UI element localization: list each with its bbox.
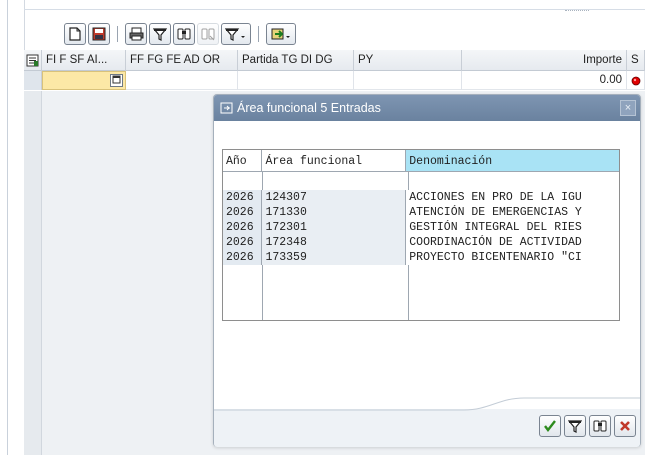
ff-cell[interactable] xyxy=(126,71,238,90)
column-header-anio[interactable]: Año xyxy=(223,150,263,172)
column-header-importe[interactable]: Importe xyxy=(462,50,627,71)
status-cell xyxy=(627,71,645,90)
year-value: 2026 xyxy=(223,220,263,235)
list-item[interactable]: 2026 173359 PROYECTO BICENTENARIO "CI xyxy=(223,250,620,265)
list-item[interactable]: 2026 172301 GESTIÓN INTEGRAL DEL RIES xyxy=(223,220,620,235)
new-document-icon xyxy=(69,27,81,41)
column-header-s[interactable]: S xyxy=(627,50,645,71)
restrict-filter-button[interactable] xyxy=(564,415,586,437)
area-value: 172348 xyxy=(262,235,407,250)
search-button[interactable] xyxy=(589,415,611,437)
splitter-grip[interactable] xyxy=(565,10,589,13)
confirm-button[interactable] xyxy=(539,415,561,437)
cancel-icon xyxy=(620,421,630,431)
toolbar-separator xyxy=(117,26,118,42)
column-header-ff-fg-fe[interactable]: FF FG FE AD OR xyxy=(126,50,238,71)
year-value: 2026 xyxy=(223,190,263,205)
export-button[interactable] xyxy=(266,23,296,45)
print-icon xyxy=(129,27,143,41)
value-help-icon xyxy=(112,75,121,84)
hit-list-rows: 2026 124307 ACCIONES EN PRO DE LA IGU 20… xyxy=(223,190,620,265)
row-selector-column xyxy=(24,91,42,455)
filter-icon xyxy=(153,28,167,41)
list-item[interactable]: 2026 172348 COORDINACIÓN DE ACTIVIDAD xyxy=(223,235,620,250)
column-header-partida[interactable]: Partida TG DI DG xyxy=(238,50,354,71)
description-value: ATENCIÓN DE EMERGENCIAS Y xyxy=(406,205,620,220)
find-next-icon xyxy=(201,28,215,41)
description-value: PROYECTO BICENTENARIO "CI xyxy=(406,250,620,265)
description-value: GESTIÓN INTEGRAL DEL RIES xyxy=(406,220,620,235)
find-icon xyxy=(593,420,607,432)
column-header-area-funcional[interactable]: Área funcional xyxy=(262,150,407,172)
year-value: 2026 xyxy=(223,250,263,265)
alv-toolbar xyxy=(64,22,296,46)
find-button[interactable] xyxy=(173,23,195,45)
fi-input-cell[interactable] xyxy=(42,71,126,90)
filter-dropdown-icon xyxy=(225,28,245,41)
new-document-button[interactable] xyxy=(64,23,86,45)
check-icon xyxy=(544,420,556,432)
filter-button[interactable] xyxy=(149,23,171,45)
dialog-footer xyxy=(214,397,640,447)
column-header-py[interactable]: PY xyxy=(354,50,462,71)
value-help-dialog: Área funcional 5 Entradas × Año Área fun… xyxy=(213,94,641,447)
list-item[interactable]: 2026 124307 ACCIONES EN PRO DE LA IGU xyxy=(223,190,620,205)
year-value: 2026 xyxy=(223,205,263,220)
row-selector[interactable] xyxy=(24,71,42,90)
cancel-button[interactable] xyxy=(614,415,636,437)
hit-list: Año Área funcional Denominación 2026 124… xyxy=(222,149,620,321)
area-value: 171330 xyxy=(262,205,407,220)
area-value: 124307 xyxy=(262,190,407,205)
frame-border-left xyxy=(7,0,8,455)
frame-border-top xyxy=(24,9,645,10)
list-item[interactable]: 2026 171330 ATENCIÓN DE EMERGENCIAS Y xyxy=(223,205,620,220)
close-button[interactable]: × xyxy=(620,100,636,116)
toolbar-separator xyxy=(258,26,259,42)
footer-curve-decoration xyxy=(214,397,640,411)
hit-list-header: Año Área funcional Denominación xyxy=(223,150,620,172)
save-button[interactable] xyxy=(88,23,110,45)
description-value: COORDINACIÓN DE ACTIVIDAD xyxy=(406,235,620,250)
importe-cell[interactable]: 0.00 xyxy=(462,71,627,90)
column-header-denominacion[interactable]: Denominación xyxy=(406,150,620,172)
find-next-button[interactable] xyxy=(197,23,219,45)
grid-header: FI F SF AI... FF FG FE AD OR Partida TG … xyxy=(24,50,645,71)
status-red-light-icon xyxy=(631,76,640,85)
value-help-button[interactable] xyxy=(110,74,123,87)
filter-dropdown-button[interactable] xyxy=(221,23,251,45)
select-all-button[interactable] xyxy=(24,50,42,71)
export-icon xyxy=(271,28,290,40)
dialog-title-bar[interactable]: Área funcional 5 Entradas × xyxy=(214,95,640,121)
dialog-title: Área funcional 5 Entradas xyxy=(237,101,381,115)
table-row: 0.00 xyxy=(24,71,645,90)
print-button[interactable] xyxy=(125,23,147,45)
column-header-fi-f-sf[interactable]: FI F SF AI... xyxy=(42,50,126,71)
description-value: ACCIONES EN PRO DE LA IGU xyxy=(406,190,620,205)
layout-icon xyxy=(26,54,39,67)
py-cell[interactable] xyxy=(354,71,462,90)
save-icon xyxy=(92,27,106,41)
dialog-buttons xyxy=(539,415,636,437)
area-value: 172301 xyxy=(262,220,407,235)
partida-cell[interactable] xyxy=(238,71,354,90)
area-value: 173359 xyxy=(262,250,407,265)
dialog-window-icon xyxy=(220,102,233,114)
find-icon xyxy=(177,28,191,40)
filter-icon xyxy=(568,420,582,433)
dialog-body: Año Área funcional Denominación 2026 124… xyxy=(214,121,640,409)
year-value: 2026 xyxy=(223,235,263,250)
